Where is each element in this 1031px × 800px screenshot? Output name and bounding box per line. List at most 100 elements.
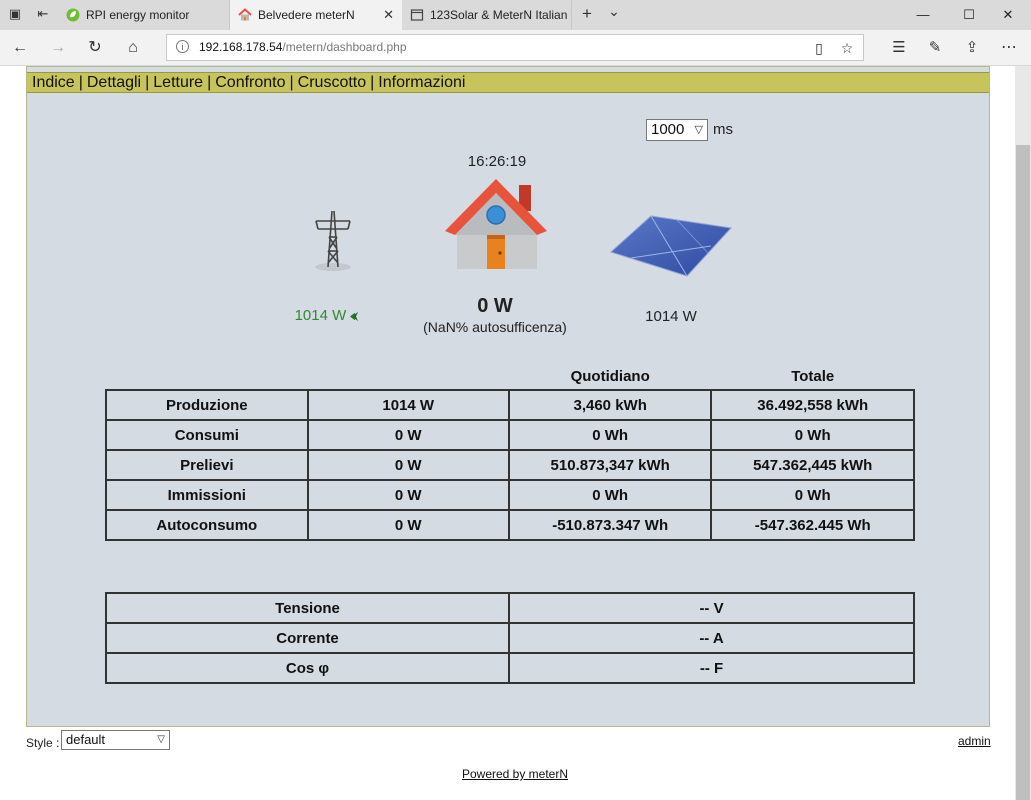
table-cell: 0 Wh	[507, 419, 713, 451]
powered-by-text[interactable]: Powered by meterN	[462, 767, 568, 781]
tab-123solar-forum[interactable]: 123Solar & MeterN Italian f	[402, 0, 572, 30]
menu-item-cruscotto[interactable]: Cruscotto	[298, 74, 366, 91]
refresh-interval-unit: ms	[713, 121, 733, 138]
favorite-star-icon[interactable]: ☆	[837, 38, 857, 58]
table-cell: -- V	[508, 592, 915, 624]
close-window-button[interactable]: ✕	[985, 0, 1031, 30]
tab-label: RPI energy monitor	[86, 8, 190, 22]
table-cell: 0 Wh	[507, 479, 713, 511]
house-icon	[445, 179, 547, 269]
style-select-value: default	[66, 732, 106, 747]
table-cell: Consumi	[105, 419, 309, 451]
table-row: Immissioni 0 W 0 Wh 0 Wh	[105, 479, 915, 511]
tab-label: 123Solar & MeterN Italian f	[430, 8, 572, 22]
menu-item-confronto[interactable]: Confronto	[215, 74, 285, 91]
table-cell: 0 W	[306, 479, 510, 511]
dashboard-panel: Indice | Dettagli | Letture | Confronto | Crusco…	[26, 66, 990, 727]
tab-manager-icon[interactable]: ▣	[8, 7, 22, 21]
table-cell: Immissioni	[105, 479, 309, 511]
table-row: Corrente -- A	[104, 622, 915, 654]
table-row: Prelievi 0 W 510.873,347 kWh 547.362,445…	[105, 449, 915, 481]
table-cell: Tensione	[104, 592, 511, 624]
url-input[interactable]: i 192.168.178.54/metern/dashboard.php ▯ …	[166, 34, 864, 61]
web-note-pen-icon[interactable]: ✎	[924, 38, 946, 58]
tab-label: Belvedere meterN	[258, 8, 355, 22]
chevron-down-icon: ▽	[694, 124, 703, 136]
tab-rpi-energy-monitor[interactable]: RPI energy monitor	[58, 0, 230, 30]
table-cell: 0 Wh	[710, 419, 915, 451]
tab-belvedere-metern[interactable]: Belvedere meterN ✕	[230, 0, 402, 30]
menu-separator: |	[289, 74, 294, 91]
grid-power-value: 1014 W	[287, 307, 367, 324]
web-page: Indice | Dettagli | Letture | Confronto | Crusco…	[0, 66, 1015, 800]
table-cell: Prelievi	[105, 449, 309, 481]
table-row: Cos φ -- F	[104, 652, 915, 684]
reading-view-icon[interactable]: ▯	[809, 38, 829, 58]
table-row: Consumi 0 W 0 Wh 0 Wh	[105, 419, 915, 451]
menu-separator: |	[207, 74, 212, 91]
scrollbar-thumb[interactable]	[1016, 145, 1030, 800]
grid-power-text: 1014 W	[294, 307, 347, 324]
tab-list-chevron-icon[interactable]: ⌄	[607, 4, 621, 18]
main-menu: Indice | Dettagli | Letture | Confronto | Crusco…	[27, 72, 989, 93]
table-header-row: Quotidiano Totale	[106, 363, 914, 390]
table-cell: 0 W	[306, 449, 510, 481]
table-row: Autoconsumo 0 W -510.873.347 Wh -547.362…	[105, 509, 915, 541]
menu-item-informazioni[interactable]: Informazioni	[378, 74, 465, 91]
table-cell: Corrente	[104, 622, 511, 654]
style-select[interactable]: default ▽	[61, 730, 170, 750]
table-cell: 3,460 kWh	[507, 389, 713, 421]
table-cell: Cos φ	[104, 652, 511, 684]
favorites-hub-icon[interactable]: ☰	[888, 38, 910, 58]
page-favicon-icon	[410, 9, 424, 21]
table-header-daily: Quotidiano	[570, 367, 650, 385]
table-cell: -547.362.445 Wh	[710, 509, 915, 541]
menu-item-dettagli[interactable]: Dettagli	[87, 74, 141, 91]
table-cell: Autoconsumo	[105, 509, 309, 541]
share-icon[interactable]: ⇪	[961, 38, 983, 58]
table-cell: -510.873.347 Wh	[507, 509, 713, 541]
menu-separator: |	[145, 74, 150, 91]
table-header	[308, 363, 509, 390]
more-menu-icon[interactable]: ⋯	[998, 38, 1020, 58]
refresh-icon[interactable]: ↻	[85, 38, 105, 58]
menu-separator: |	[78, 74, 83, 91]
chevron-down-icon: ▽	[157, 734, 165, 745]
address-bar: ← → ↻ ⌂ i 192.168.178.54/metern/dashboar…	[0, 30, 1031, 66]
admin-link[interactable]: admin	[958, 734, 991, 748]
menu-item-indice[interactable]: Indice	[32, 74, 75, 91]
table-header	[106, 363, 308, 390]
url-text: 192.168.178.54/metern/dashboard.php	[199, 40, 407, 54]
table-cell: -- F	[508, 652, 915, 684]
table-cell: 547.362,445 kWh	[710, 449, 915, 481]
self-sufficiency-text: (NaN% autosufficenza)	[423, 319, 567, 335]
table-header-total: Totale	[791, 367, 835, 385]
close-tab-icon[interactable]: ✕	[383, 0, 394, 30]
style-label: Style :	[26, 736, 60, 750]
forward-arrow-icon[interactable]: →	[48, 38, 68, 58]
house-favicon-icon	[238, 8, 252, 21]
refresh-interval-select[interactable]: 1000 ▽	[646, 119, 708, 141]
set-aside-tabs-icon[interactable]: ⇤	[36, 7, 50, 21]
electrical-table: Tensione -- V Corrente -- A Cos φ -- F	[104, 592, 915, 684]
site-info-icon[interactable]: i	[176, 40, 189, 53]
back-arrow-icon[interactable]: ←	[10, 38, 30, 58]
home-icon[interactable]: ⌂	[123, 38, 143, 58]
energy-table: Quotidiano Totale Produzione 1014 W 3,46…	[105, 363, 915, 541]
new-tab-button[interactable]: +	[580, 5, 594, 22]
table-row: Produzione 1014 W 3,460 kWh 36.492,558 k…	[105, 389, 915, 421]
leaf-favicon-icon	[66, 8, 80, 22]
table-cell: 1014 W	[306, 389, 510, 421]
table-row: Tensione -- V	[104, 592, 915, 624]
minimize-button[interactable]: —	[900, 0, 946, 30]
solar-production-value: 1014 W	[645, 308, 697, 325]
table-cell: 36.492,558 kWh	[710, 389, 915, 421]
menu-item-letture[interactable]: Letture	[153, 74, 203, 91]
tab-bar: ▣ ⇤ RPI energy monitor Belvedere meterN …	[0, 0, 1031, 30]
table-cell: 0 Wh	[710, 479, 915, 511]
table-cell: -- A	[508, 622, 915, 654]
clock: 16:26:19	[467, 153, 527, 170]
house-consumption-value: 0 W	[477, 295, 513, 317]
table-cell: 0 W	[306, 419, 510, 451]
table-cell: 0 W	[306, 509, 510, 541]
